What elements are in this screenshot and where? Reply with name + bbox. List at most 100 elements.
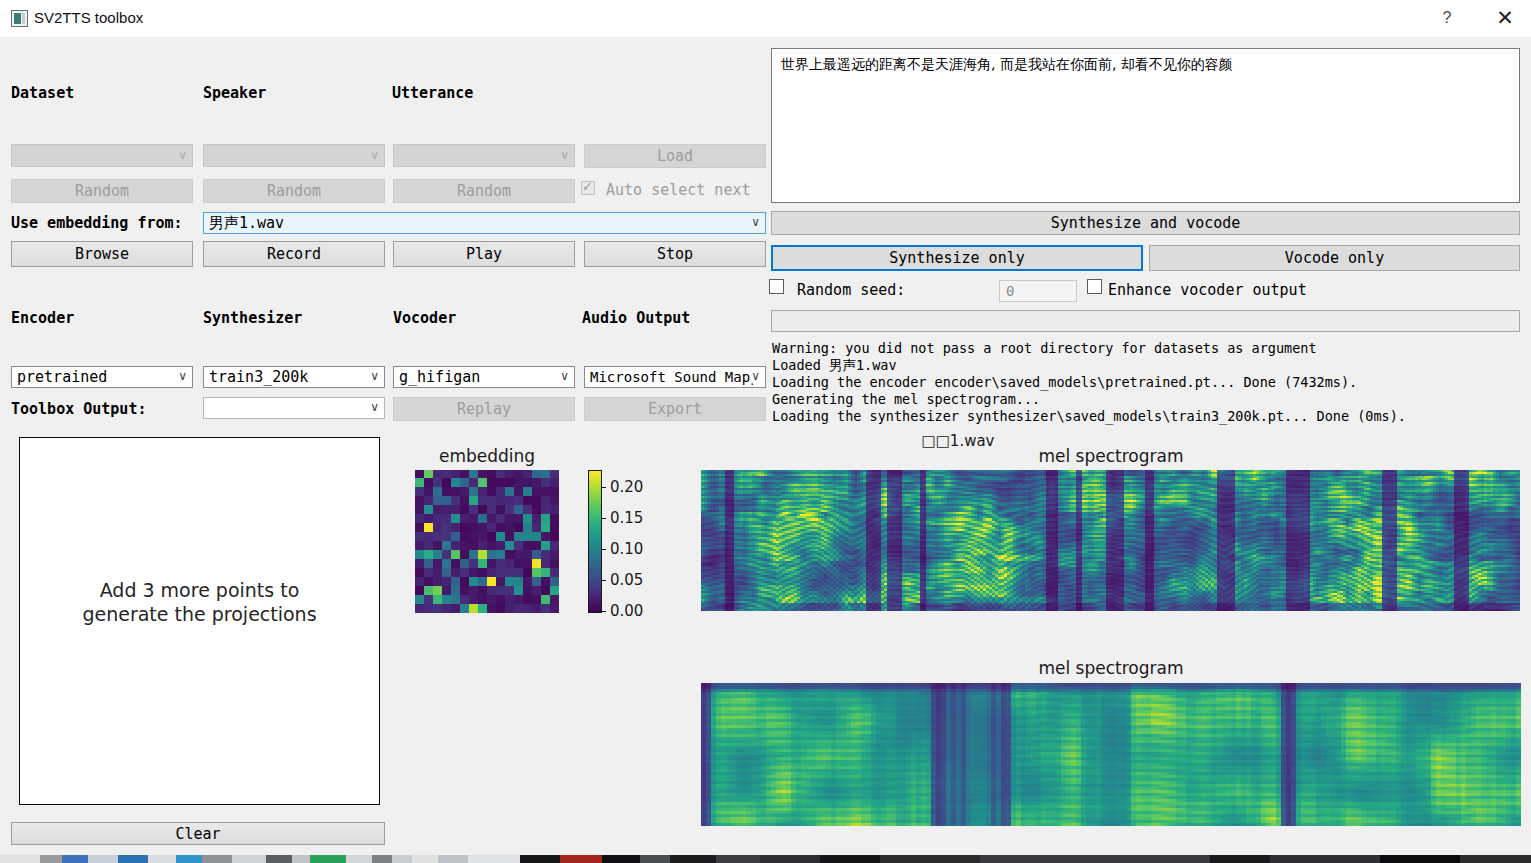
taskbar-app-fragment (716, 855, 760, 863)
projections-panel[interactable]: Add 3 more points to generate the projec… (19, 437, 380, 805)
log-line: Loading the encoder encoder\saved_models… (772, 374, 1522, 391)
toolbox-output-select[interactable]: ∨ (203, 397, 385, 419)
dataset-select[interactable]: ∨ (11, 144, 193, 167)
replay-button[interactable]: Replay (393, 397, 575, 421)
synthesizer-value: train3_200k (209, 368, 308, 386)
embedding-source-select[interactable]: 男声1.wav∨ (203, 212, 766, 234)
vocoder-label: Vocoder (393, 309, 456, 327)
taskbar-app-fragment (118, 855, 148, 863)
taskbar-app-fragment (880, 855, 980, 863)
mel-spectrogram-bottom (701, 683, 1521, 826)
taskbar-app-fragment (232, 855, 266, 863)
vocode-only-button[interactable]: Vocode only (1149, 245, 1520, 271)
enhance-label: Enhance vocoder output (1108, 281, 1307, 299)
encoder-select[interactable]: pretrained ∨ (11, 366, 193, 388)
random-seed-label: Random seed: (797, 281, 905, 299)
chevron-down-icon: ∨ (560, 148, 569, 162)
colorbar-tick-label: 0.15 (610, 509, 643, 527)
taskbar-app-fragment (438, 855, 468, 863)
taskbar-app-fragment (292, 855, 310, 863)
taskbar-app-fragment (1210, 855, 1270, 863)
stop-button[interactable]: Stop (584, 241, 766, 267)
mel-title-top: mel spectrogram (981, 446, 1241, 466)
browse-button[interactable]: Browse (11, 241, 193, 267)
taskbar-app-fragment (1460, 855, 1531, 863)
encoder-label: Encoder (11, 309, 74, 327)
audio-output-label: Audio Output (582, 309, 690, 327)
log-line: Generating the mel spectrogram... (772, 391, 1522, 408)
clear-button[interactable]: Clear (11, 822, 385, 845)
synthesize-vocode-button[interactable]: Synthesize and vocode (771, 211, 1520, 235)
colorbar (588, 470, 602, 613)
app-icon (11, 10, 28, 27)
enhance-checkbox[interactable] (1087, 279, 1102, 294)
synthesizer-select[interactable]: train3_200k∨ (203, 366, 385, 388)
utterance-select[interactable]: ∨ (393, 144, 575, 167)
taskbar-app-fragment (0, 855, 40, 863)
use-embedding-label: Use embedding from: (11, 214, 183, 232)
taskbar-app-fragment (640, 855, 670, 863)
random-dataset-button[interactable]: Random (11, 179, 193, 203)
app-window: SV2TTS toolbox ? ✕ Dataset Speaker Utter… (0, 0, 1531, 863)
colorbar-tick-label: 0.10 (610, 540, 643, 558)
chevron-down-icon: ∨ (178, 369, 187, 383)
chevron-down-icon: ∨ (370, 148, 379, 162)
taskbar-app-fragment (176, 855, 202, 863)
taskbar-app-fragment (372, 855, 392, 863)
text-prompt-input[interactable]: 世界上最遥远的距离不是天涯海角, 而是我站在你面前, 却看不见你的容颜 (771, 48, 1520, 203)
mel-title-bottom: mel spectrogram (981, 658, 1241, 678)
utterance-label: Utterance (392, 84, 473, 102)
chevron-down-icon: ∨ (751, 369, 760, 383)
load-button[interactable]: Load (584, 144, 766, 168)
check-icon: ✓ (582, 179, 593, 194)
audio-output-select[interactable]: Microsoft Sound Mapp∨ (584, 366, 766, 388)
random-speaker-button[interactable]: Random (203, 179, 385, 203)
log-line: Warning: you did not pass a root directo… (772, 340, 1522, 357)
help-button[interactable]: ? (1432, 6, 1462, 30)
random-utterance-button[interactable]: Random (393, 179, 575, 203)
taskbar-app-fragment (202, 855, 232, 863)
colorbar-tick (601, 549, 606, 550)
chevron-down-icon: ∨ (178, 148, 187, 162)
taskbar-app-fragment (1270, 855, 1380, 863)
log-line: Loading the synthesizer synthesizer\save… (772, 408, 1522, 425)
close-button[interactable]: ✕ (1490, 6, 1520, 30)
taskbar-app-fragment (346, 855, 372, 863)
progress-bar (771, 310, 1520, 332)
taskbar-app-fragment (560, 855, 602, 863)
toolbox-output-label: Toolbox Output: (11, 400, 146, 418)
taskbar-app-fragment (148, 855, 176, 863)
synthesize-only-button[interactable]: Synthesize only (771, 245, 1143, 271)
record-button[interactable]: Record (203, 241, 385, 267)
taskbar-app-fragment (520, 855, 560, 863)
taskbar-app-fragment (40, 855, 62, 863)
random-seed-checkbox[interactable] (769, 279, 784, 294)
taskbar-app-fragment (412, 855, 438, 863)
encoder-value: pretrained (17, 368, 107, 386)
chevron-down-icon: ∨ (560, 369, 569, 383)
chevron-down-icon: ∨ (751, 215, 760, 229)
colorbar-tick-label: 0.05 (610, 571, 643, 589)
auto-select-checkbox[interactable]: ✓ (581, 181, 595, 195)
colorbar-tick-label: 0.00 (610, 602, 643, 620)
taskbar-app-fragment (670, 855, 716, 863)
taskbar-app-fragment (88, 855, 118, 863)
taskbar-app-fragment (760, 855, 820, 863)
seed-input[interactable]: 0 (999, 280, 1077, 302)
taskbar-app-fragment (820, 855, 880, 863)
dataset-label: Dataset (11, 84, 74, 102)
play-button[interactable]: Play (393, 241, 575, 267)
speaker-select[interactable]: ∨ (203, 144, 385, 167)
colorbar-tick-label: 0.20 (610, 478, 643, 496)
chevron-down-icon: ∨ (370, 400, 379, 414)
vocoder-select[interactable]: g_hifigan∨ (393, 366, 575, 388)
colorbar-tick (601, 611, 606, 612)
taskbar-app-fragment (266, 855, 292, 863)
colorbar-tick (601, 580, 606, 581)
taskbar-app-fragment (392, 855, 412, 863)
taskbar-app-fragment (980, 855, 1210, 863)
window-title: SV2TTS toolbox (34, 9, 143, 26)
taskbar-app-fragment (468, 855, 520, 863)
taskbar-app-fragment (310, 855, 346, 863)
export-button[interactable]: Export (584, 397, 766, 421)
